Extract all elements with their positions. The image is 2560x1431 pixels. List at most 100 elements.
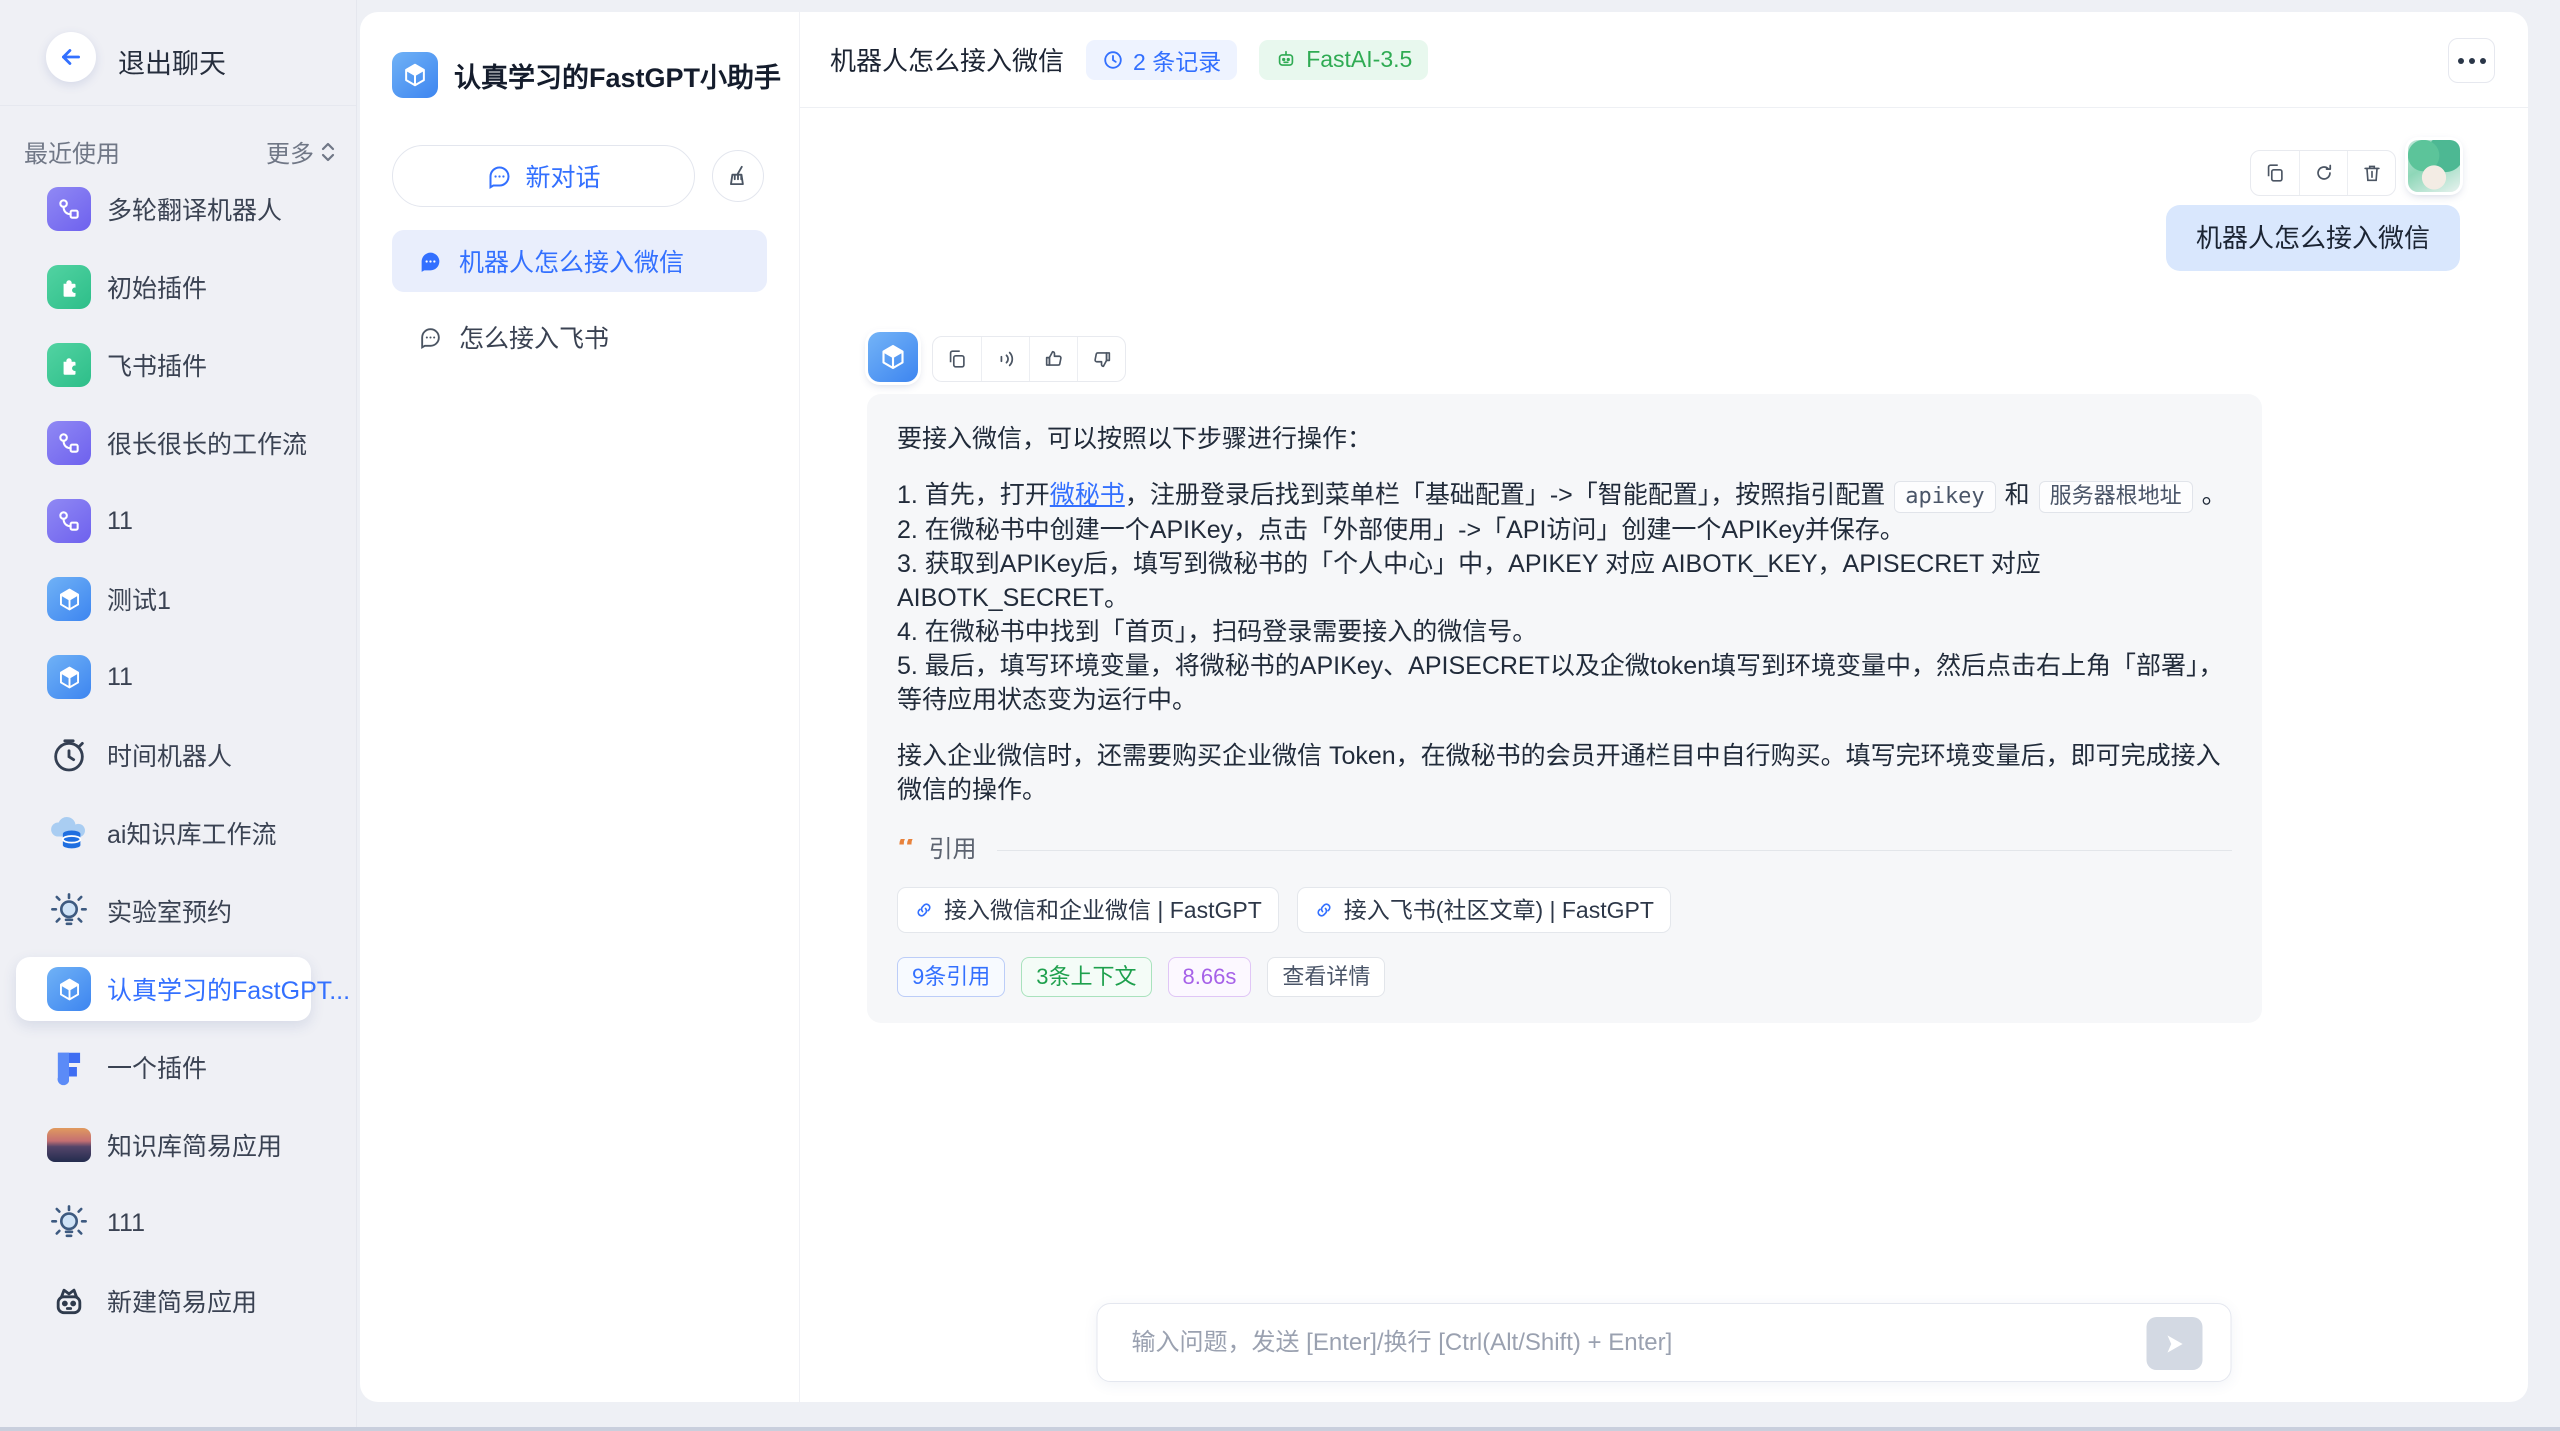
sidebar-item-app[interactable]: 知识库简易应用 (0, 1106, 356, 1184)
response-meta-tags: 9条引用 3条上下文 8.66s 查看详情 (897, 957, 2232, 997)
cube-icon (47, 967, 91, 1011)
retry-icon[interactable] (2299, 151, 2347, 195)
chat-title: 机器人怎么接入微信 (830, 41, 1064, 78)
plugin-icon (47, 343, 91, 387)
message-input-bar (1097, 1303, 2232, 1382)
sidebar-item-app[interactable]: 新建简易应用 (0, 1262, 356, 1340)
answer-footer: 接入企业微信时，还需要购买企业微信 Token，在微秘书的会员开通栏目中自行购买… (897, 739, 2232, 807)
sidebar-item-app[interactable]: 飞书插件 (0, 326, 356, 404)
citation-link[interactable]: 接入飞书(社区文章) | FastGPT (1297, 887, 1671, 933)
citation-list: 接入微信和企业微信 | FastGPT 接入飞书(社区文章) | FastGPT (897, 887, 2232, 933)
delete-icon[interactable] (2347, 151, 2395, 195)
sidebar-item-app[interactable]: 测试1 (0, 560, 356, 638)
chat-header: 机器人怎么接入微信 2 条记录 FastAI-3.5 (800, 12, 2528, 108)
back-arrow-icon (58, 44, 84, 70)
sidebar-item-app[interactable]: 很长很长的工作流 (0, 404, 356, 482)
recent-section: 最近使用 更多 (24, 134, 336, 169)
app-header: 认真学习的FastGPT小助手 (392, 52, 781, 98)
assistant-message-toolbar (932, 336, 1126, 382)
more-label: 更多 (266, 134, 314, 169)
new-chat-button[interactable]: 新对话 (392, 145, 695, 207)
weimishu-link[interactable]: 微秘书 (1050, 481, 1125, 509)
sidebar-item-app[interactable]: 111 (0, 1184, 356, 1262)
knowledge-cloud-icon (47, 811, 91, 855)
cube-icon (47, 655, 91, 699)
bulb-icon (47, 889, 91, 933)
fastgpt-logo-icon (47, 1045, 91, 1089)
user-message-toolbar (2250, 150, 2396, 196)
citation-link[interactable]: 接入微信和企业微信 | FastGPT (897, 887, 1279, 933)
copy-icon[interactable] (933, 337, 981, 381)
sidebar-item-app[interactable]: 11 (0, 638, 356, 716)
send-button[interactable] (2147, 1317, 2203, 1370)
workflow-icon (47, 499, 91, 543)
send-icon (2162, 1331, 2188, 1357)
app-title: 认真学习的FastGPT小助手 (454, 56, 781, 95)
records-badge[interactable]: 2 条记录 (1086, 40, 1237, 80)
duration-tag[interactable]: 8.66s (1168, 957, 1252, 997)
sidebar-item-app[interactable]: 时间机器人 (0, 716, 356, 794)
chat-bubble-icon (486, 163, 513, 190)
exit-chat-button[interactable] (46, 32, 96, 82)
citations-count-tag[interactable]: 9条引用 (897, 957, 1005, 997)
quote-icon: “ (897, 839, 917, 861)
app-list: 多轮翻译机器人 初始插件 飞书插件 很长很长的工作流 11 测试1 (0, 170, 356, 1340)
assistant-message-bubble: 要接入微信，可以按照以下步骤进行操作： 1. 首先，打开微秘书，注册登录后找到菜… (867, 394, 2262, 1023)
workflow-icon (47, 187, 91, 231)
answer-step-1: 1. 首先，打开微秘书，注册登录后找到菜单栏「基础配置」->「智能配置」，按照指… (897, 478, 2232, 513)
thumbs-up-icon[interactable] (1029, 337, 1077, 381)
history-item-selected[interactable]: 机器人怎么接入微信 (392, 230, 767, 292)
robot-icon (47, 1279, 91, 1323)
chevron-up-down-icon (320, 140, 336, 164)
user-message-bubble: 机器人怎么接入微信 (2166, 205, 2460, 271)
copy-icon[interactable] (2251, 151, 2299, 195)
clock-badge-icon (1102, 49, 1124, 71)
answer-intro: 要接入微信，可以按照以下步骤进行操作： (897, 422, 2232, 456)
link-icon (914, 900, 934, 920)
answer-step-2: 2. 在微秘书中创建一个APIKey，点击「外部使用」->「API访问」创建一个… (897, 513, 2232, 547)
more-options-button[interactable] (2448, 38, 2495, 83)
sidebar-item-app[interactable]: 一个插件 (0, 1028, 356, 1106)
photo-thumbnail-icon (47, 1128, 91, 1162)
sidebar-item-app[interactable]: 实验室预约 (0, 872, 356, 950)
sidebar-item-app-selected[interactable]: 认真学习的FastGPT... (0, 950, 356, 1028)
cube-icon (47, 577, 91, 621)
inline-code-server-root: 服务器根地址 (2039, 481, 2193, 513)
answer-step-4: 4. 在微秘书中找到「首页」，扫码登录需要接入的微信号。 (897, 615, 2232, 649)
sidebar-header: 退出聊天 (0, 0, 356, 106)
more-apps-button[interactable]: 更多 (266, 134, 336, 169)
new-chat-label: 新对话 (525, 158, 600, 194)
bulb-icon (47, 1201, 91, 1245)
inline-code-apikey: apikey (1894, 481, 1995, 513)
plugin-icon (47, 265, 91, 309)
message-input[interactable] (1132, 1304, 2012, 1381)
app-cube-icon (392, 52, 438, 98)
answer-step-5: 5. 最后，填写环境变量，将微秘书的APIKey、APISECRET以及企微to… (897, 649, 2232, 717)
sidebar-item-app[interactable]: 初始插件 (0, 248, 356, 326)
clear-history-button[interactable] (712, 150, 764, 202)
answer-step-3: 3. 获取到APIKey后，填写到微秘书的「个人中心」中，APIKEY 对应 A… (897, 547, 2232, 615)
new-chat-row: 新对话 (392, 145, 764, 207)
context-count-tag[interactable]: 3条上下文 (1021, 957, 1151, 997)
recent-label: 最近使用 (24, 134, 120, 169)
robot-badge-icon (1275, 49, 1297, 71)
main-card: 认真学习的FastGPT小助手 新对话 机器人怎么接入微信 怎么接入飞书 机 (360, 12, 2528, 1402)
window-bottom-edge (0, 1427, 2560, 1431)
sidebar-item-app[interactable]: ai知识库工作流 (0, 794, 356, 872)
sidebar-item-app[interactable]: 多轮翻译机器人 (0, 170, 356, 248)
broom-icon (725, 163, 751, 189)
clock-icon (47, 733, 91, 777)
workflow-icon (47, 421, 91, 465)
app-sidebar: 退出聊天 最近使用 更多 多轮翻译机器人 初始插件 飞书插件 很长很长的工 (0, 0, 357, 1431)
sidebar-item-app[interactable]: 11 (0, 482, 356, 560)
model-badge[interactable]: FastAI-3.5 (1259, 40, 1428, 80)
user-avatar[interactable] (2408, 140, 2460, 192)
view-details-button[interactable]: 查看详情 (1267, 957, 1385, 997)
chat-history-list: 机器人怎么接入微信 怎么接入飞书 (392, 230, 767, 382)
divider (997, 850, 2232, 851)
thumbs-down-icon[interactable] (1077, 337, 1125, 381)
quote-section-header: “ 引用 (897, 833, 2232, 867)
read-aloud-icon[interactable] (981, 337, 1029, 381)
assistant-avatar[interactable] (868, 332, 918, 382)
history-item[interactable]: 怎么接入飞书 (392, 306, 767, 368)
